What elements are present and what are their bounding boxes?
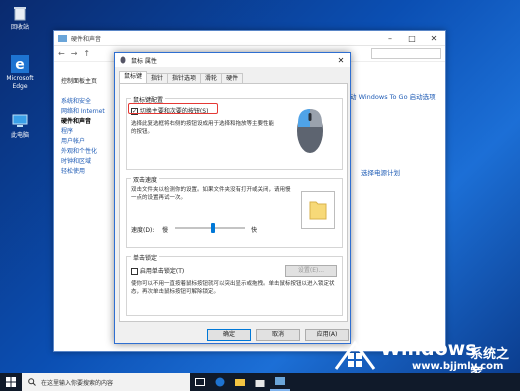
- search-input[interactable]: [371, 48, 441, 59]
- window-title: 硬件和声音: [71, 35, 102, 43]
- taskbar-search[interactable]: 在这里输入你要搜索的内容: [22, 373, 190, 391]
- button-config-description: 选择此复选框将右侧的按钮设成用于选择和拖放等主要性能的按钮。: [131, 121, 275, 135]
- file-explorer-icon[interactable]: [230, 373, 250, 391]
- tab-page-buttons: 鼠标键配置 ✓ 切换主要和次要的按钮(S) 选择此复选框将右侧的按钮设成用于选择…: [119, 83, 348, 322]
- desktop-icon-label: 此电脑: [10, 132, 29, 139]
- tab-pointer-options[interactable]: 指针选项: [167, 73, 202, 83]
- nav-home-link[interactable]: 控制面板主页: [61, 77, 121, 87]
- start-button[interactable]: [0, 373, 22, 391]
- up-arrow-icon[interactable]: ↑: [83, 49, 90, 58]
- taskbar-search-placeholder: 在这里输入你要搜索的内容: [41, 379, 114, 387]
- control-panel-icon: [58, 34, 67, 42]
- click-lock-checkbox[interactable]: [131, 268, 138, 275]
- ok-button[interactable]: 确定: [207, 329, 251, 341]
- speed-label: 速度(D):: [131, 227, 155, 234]
- click-lock-description: 使你可以不用一直按着鼠标按钮就可以突出显示或拖拽。单击鼠标按钮以进入锁定状态，再…: [131, 281, 335, 295]
- tab-strip: 鼠标键 指针 指针选项 滑轮 硬件: [119, 71, 244, 83]
- task-view-icon[interactable]: [190, 373, 210, 391]
- nav-item-hardware-sound[interactable]: 硬件和声音: [61, 117, 121, 127]
- folder-test-icon[interactable]: [301, 191, 335, 229]
- watermark-brand: Windows: [380, 338, 477, 360]
- forward-arrow-icon[interactable]: →: [71, 49, 78, 58]
- speed-slider[interactable]: [175, 223, 245, 233]
- tab-wheel[interactable]: 滑轮: [200, 73, 223, 83]
- nav-item-network[interactable]: 网络和 Internet: [61, 107, 121, 117]
- dialog-title: 鼠标 属性: [131, 57, 157, 65]
- close-icon[interactable]: ✕: [332, 56, 350, 65]
- nav-item-user-accounts[interactable]: 用户帐户: [61, 137, 121, 147]
- fast-label: 快: [251, 227, 258, 234]
- desktop-icon-label: 回收站: [10, 24, 29, 31]
- cancel-button[interactable]: 取消: [256, 329, 300, 341]
- group-title: 双击速度: [131, 175, 160, 184]
- click-lock-settings-button[interactable]: 设置(E)...: [285, 265, 337, 277]
- recycle-bin-icon: [14, 7, 26, 21]
- nav-item-appearance[interactable]: 外观和个性化: [61, 147, 121, 157]
- windows-start-icon: [6, 377, 16, 387]
- tab-hardware[interactable]: 硬件: [221, 73, 244, 83]
- mouse-properties-dialog: 鼠标 属性 ✕ 鼠标键 指针 指针选项 滑轮 硬件 鼠标键配置 ✓ 切换主要和次…: [114, 52, 351, 344]
- desktop-icon-edge[interactable]: e Microsoft Edge: [2, 55, 38, 91]
- mouse-illustration-icon: [297, 109, 323, 153]
- click-lock-group: 单击锁定 启用单击锁定(T) 设置(E)... 使你可以不用一直按着鼠标按钮就可…: [126, 253, 343, 316]
- control-panel-taskbar-icon[interactable]: [270, 373, 290, 391]
- window-titlebar: 硬件和声音 – □ ✕: [54, 31, 445, 46]
- group-title: 单击锁定: [131, 253, 160, 262]
- back-arrow-icon[interactable]: ←: [58, 49, 65, 58]
- watermark: Windows 系统之家 www.bjjmlv.com: [330, 337, 520, 381]
- nav-item-system-security[interactable]: 系统和安全: [61, 97, 121, 107]
- minimize-icon[interactable]: –: [379, 34, 401, 43]
- maximize-icon[interactable]: □: [401, 34, 423, 43]
- computer-icon: [12, 114, 28, 127]
- desktop-icon-recycle-bin[interactable]: 回收站: [2, 4, 38, 32]
- checkbox-label: 启用单击锁定(T): [139, 268, 185, 275]
- watermark-url: www.bjjmlv.com: [412, 361, 504, 372]
- taskbar: 在这里输入你要搜索的内容: [0, 373, 520, 391]
- close-icon[interactable]: ✕: [423, 34, 445, 43]
- desktop-icon-this-pc[interactable]: 此电脑: [2, 112, 38, 140]
- windows-logo-icon: [334, 340, 376, 370]
- power-plan-link[interactable]: 选择电源计划: [361, 167, 400, 177]
- nav-item-ease-of-access[interactable]: 轻松使用: [61, 167, 121, 177]
- tab-pointers[interactable]: 指针: [146, 73, 169, 83]
- click-lock-checkbox-row[interactable]: 启用单击锁定(T): [131, 266, 184, 275]
- mouse-icon: [120, 56, 126, 64]
- slider-thumb[interactable]: [211, 223, 216, 233]
- slow-label: 慢: [162, 227, 169, 234]
- slider-track: [175, 227, 245, 229]
- control-panel-nav: 控制面板主页 系统和安全 网络和 Internet 硬件和声音 程序 用户帐户 …: [61, 77, 121, 177]
- svg-text:e: e: [15, 57, 25, 73]
- double-click-group: 双击速度 双击文件夹以检测你的设置。如果文件夹没有打开或关闭，请用慢一点的设置再…: [126, 175, 343, 248]
- highlight-box: [128, 103, 218, 114]
- desktop-icon-label: Microsoft Edge: [6, 75, 34, 90]
- windows-to-go-link[interactable]: 动 Windows To Go 启动选项: [350, 91, 436, 101]
- search-icon: [28, 378, 36, 386]
- store-icon[interactable]: [250, 373, 270, 391]
- nav-item-clock-region[interactable]: 时钟和区域: [61, 157, 121, 167]
- dialog-titlebar: 鼠标 属性 ✕: [115, 53, 350, 67]
- edge-icon: e: [11, 55, 29, 73]
- nav-item-programs[interactable]: 程序: [61, 127, 121, 137]
- edge-taskbar-icon[interactable]: [210, 373, 230, 391]
- tab-buttons[interactable]: 鼠标键: [119, 71, 148, 83]
- double-click-description: 双击文件夹以检测你的设置。如果文件夹没有打开或关闭，请用慢一点的设置再试一次。: [131, 187, 291, 201]
